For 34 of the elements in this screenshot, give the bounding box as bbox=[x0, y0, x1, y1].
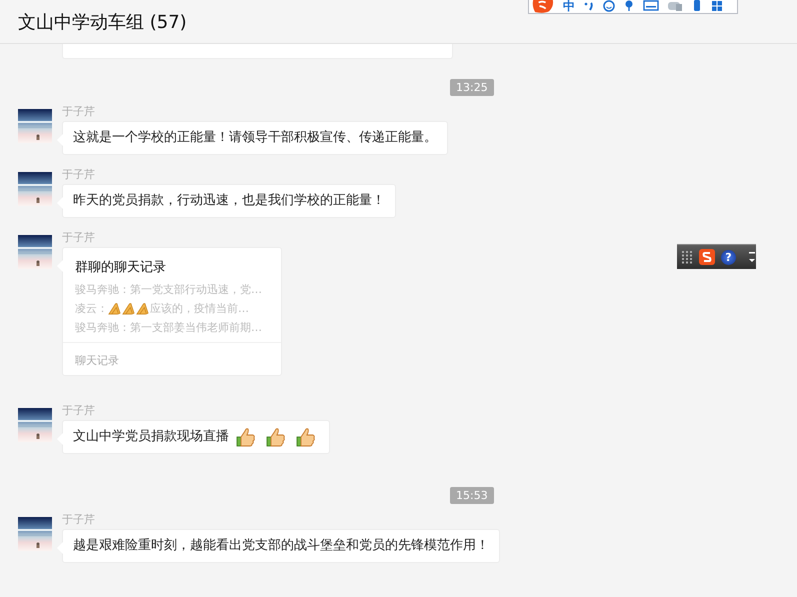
chat-title: 文山中学动车组 (57) bbox=[18, 10, 187, 34]
preview-text: 应该的，疫情当前… bbox=[150, 301, 249, 316]
drag-handle-icon[interactable] bbox=[681, 250, 693, 264]
input-mode-toggle[interactable]: 中 bbox=[563, 0, 575, 12]
toggle-icon[interactable] bbox=[667, 0, 683, 12]
timestamp: 13:25 bbox=[450, 79, 494, 96]
microphone-icon[interactable] bbox=[623, 0, 635, 12]
message-text: 越是艰难险重时刻，越能看出党支部的战斗堡垒和党员的先锋模范作用！ bbox=[73, 538, 489, 554]
message-text: 昨天的党员捐款，行动迅速，也是我们学校的正能量！ bbox=[73, 193, 385, 209]
message-text: 这就是一个学校的正能量！请领导干部积极宣传、传递正能量。 bbox=[73, 130, 437, 146]
ime-logo-icon[interactable] bbox=[531, 0, 555, 13]
sender-name: 于子芹 bbox=[62, 105, 95, 120]
preview-text: 骏马奔驰：第一党支部行动迅速，党… bbox=[75, 282, 262, 297]
card-footer-label: 聊天记录 bbox=[75, 354, 119, 367]
sender-name: 于子芹 bbox=[62, 168, 95, 183]
timestamp: 15:53 bbox=[450, 487, 494, 504]
smiley-icon[interactable] bbox=[603, 0, 615, 12]
keyboard-icon[interactable] bbox=[643, 0, 659, 12]
sender-name: 于子芹 bbox=[62, 404, 95, 419]
sender-name: 于子芹 bbox=[62, 513, 95, 528]
menu-caret-icon[interactable] bbox=[748, 250, 756, 264]
punctuation-icon[interactable] bbox=[583, 0, 595, 12]
message-text: 文山中学党员捐款现场直播 bbox=[73, 429, 229, 445]
grid-icon[interactable] bbox=[711, 0, 723, 12]
help-button[interactable]: ? bbox=[721, 250, 736, 264]
sender-name: 于子芹 bbox=[62, 231, 95, 246]
phone-icon[interactable] bbox=[691, 0, 703, 12]
thumbs-up-icon bbox=[236, 427, 256, 447]
ime-logo-icon[interactable] bbox=[699, 249, 715, 265]
preview-text: 骏马奔驰：第一支部姜当伟老师前期… bbox=[75, 320, 262, 335]
preview-text: 凌云： bbox=[75, 301, 108, 316]
card-title: 群聊的聊天记录 bbox=[75, 259, 167, 276]
thumbs-up-icon bbox=[266, 427, 286, 447]
thumbs-up-icon bbox=[296, 427, 316, 447]
